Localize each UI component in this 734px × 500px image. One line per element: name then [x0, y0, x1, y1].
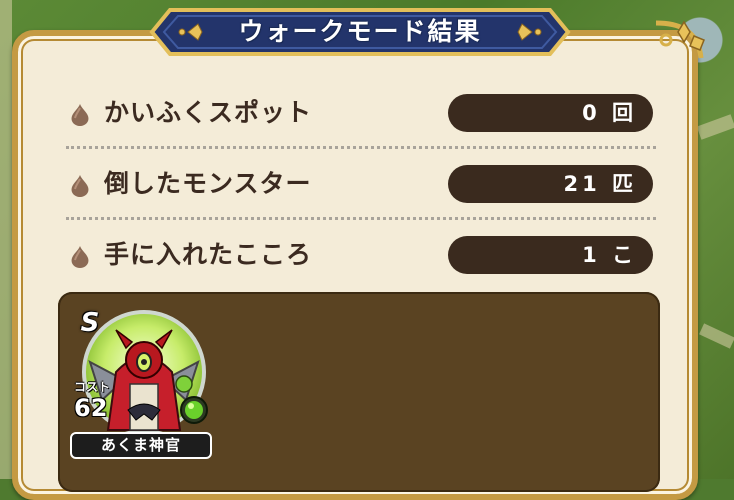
value-pill: 1 こ — [448, 236, 653, 274]
row-label: 手に入れたこころ — [104, 240, 313, 269]
result-row-obtained-hearts: 手に入れたこころ 1 こ — [66, 231, 656, 279]
result-row-defeated-monsters: 倒したモンスター 21 匹 — [66, 160, 656, 208]
row-value: 21 匹 — [563, 172, 637, 196]
cost-label: コスト — [74, 380, 111, 394]
title-banner: ウォークモード結果 — [148, 6, 572, 58]
cost-value: 62 — [74, 394, 108, 422]
row-value: 0 回 — [582, 101, 637, 125]
row-value: 1 こ — [582, 243, 637, 267]
dotted-divider — [66, 217, 656, 220]
value-pill: 21 匹 — [448, 165, 653, 203]
rank-badge: S — [76, 308, 104, 338]
row-label: 倒したモンスター — [104, 169, 312, 198]
bulb-icon — [71, 246, 89, 268]
corner-ornament-icon — [646, 18, 706, 82]
bulb-icon — [71, 104, 89, 126]
heart-name-tag[interactable]: あくま神官 — [70, 432, 212, 459]
page-title: ウォークモード結果 — [238, 17, 482, 46]
bulb-icon — [71, 175, 89, 197]
result-row-heal-spots: かいふくスポット 0 回 — [66, 89, 656, 137]
value-pill: 0 回 — [448, 94, 653, 132]
dotted-divider — [66, 146, 656, 149]
row-label: かいふくスポット — [104, 98, 313, 127]
